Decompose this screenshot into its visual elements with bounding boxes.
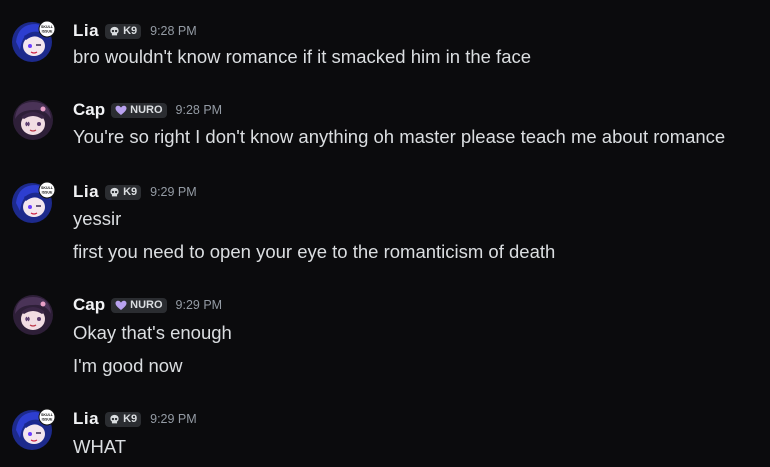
tag-label: NURO bbox=[130, 104, 163, 116]
server-tag[interactable]: K9 bbox=[105, 23, 142, 39]
svg-text:SKULL: SKULL bbox=[41, 186, 54, 190]
avatar[interactable] bbox=[12, 294, 53, 335]
heart-icon bbox=[115, 105, 127, 115]
avatar-badge-text: SKULL bbox=[41, 25, 54, 29]
heart-icon bbox=[115, 300, 127, 310]
message-text: Okay that's enough bbox=[73, 322, 232, 343]
message-text: yessir bbox=[73, 208, 122, 229]
avatar[interactable] bbox=[12, 99, 53, 140]
server-tag[interactable]: K9 bbox=[105, 184, 142, 200]
avatar[interactable]: SKULL ISSUE bbox=[12, 408, 56, 450]
timestamp[interactable]: 9:29 PM bbox=[150, 185, 197, 199]
message-text: first you need to open your eye to the r… bbox=[73, 241, 556, 262]
svg-text:ISSUE: ISSUE bbox=[42, 191, 53, 195]
tag-label: K9 bbox=[123, 186, 138, 198]
tag-label: NURO bbox=[130, 299, 163, 311]
message-text: You're so right I don't know anything oh… bbox=[73, 126, 726, 147]
svg-text:ISSUE: ISSUE bbox=[42, 30, 53, 34]
message-text: I'm good now bbox=[73, 355, 183, 376]
tag-label: K9 bbox=[123, 413, 138, 425]
username[interactable]: Lia bbox=[73, 182, 99, 202]
username[interactable]: Cap bbox=[73, 100, 105, 120]
server-tag[interactable]: K9 bbox=[105, 411, 142, 427]
avatar[interactable]: SKULL ISSUE bbox=[12, 181, 56, 223]
message-header: Lia K9 9:29 PM bbox=[73, 181, 197, 203]
message-header: Cap NURO 9:29 PM bbox=[73, 294, 222, 316]
server-tag[interactable]: NURO bbox=[111, 297, 167, 313]
message-header: Lia K9 9:29 PM bbox=[73, 408, 197, 430]
message-header: Cap NURO 9:28 PM bbox=[73, 99, 222, 121]
timestamp[interactable]: 9:29 PM bbox=[176, 298, 223, 312]
username[interactable]: Lia bbox=[73, 409, 99, 429]
svg-text:ISSUE: ISSUE bbox=[42, 418, 53, 422]
skull-icon bbox=[110, 26, 119, 35]
skull-icon bbox=[110, 187, 119, 196]
svg-text:SKULL: SKULL bbox=[41, 413, 54, 417]
message-text: WHAT bbox=[73, 436, 127, 457]
timestamp[interactable]: 9:28 PM bbox=[150, 24, 197, 38]
skull-icon bbox=[110, 414, 119, 423]
username[interactable]: Lia bbox=[73, 21, 99, 41]
message-header: Lia K9 9:28 PM bbox=[73, 20, 197, 42]
timestamp[interactable]: 9:28 PM bbox=[176, 103, 223, 117]
tag-label: K9 bbox=[123, 25, 138, 37]
avatar[interactable]: SKULL ISSUE bbox=[12, 20, 56, 62]
username[interactable]: Cap bbox=[73, 295, 105, 315]
message-text: bro wouldn't know romance if it smacked … bbox=[73, 46, 532, 67]
server-tag[interactable]: NURO bbox=[111, 102, 167, 118]
timestamp[interactable]: 9:29 PM bbox=[150, 412, 197, 426]
